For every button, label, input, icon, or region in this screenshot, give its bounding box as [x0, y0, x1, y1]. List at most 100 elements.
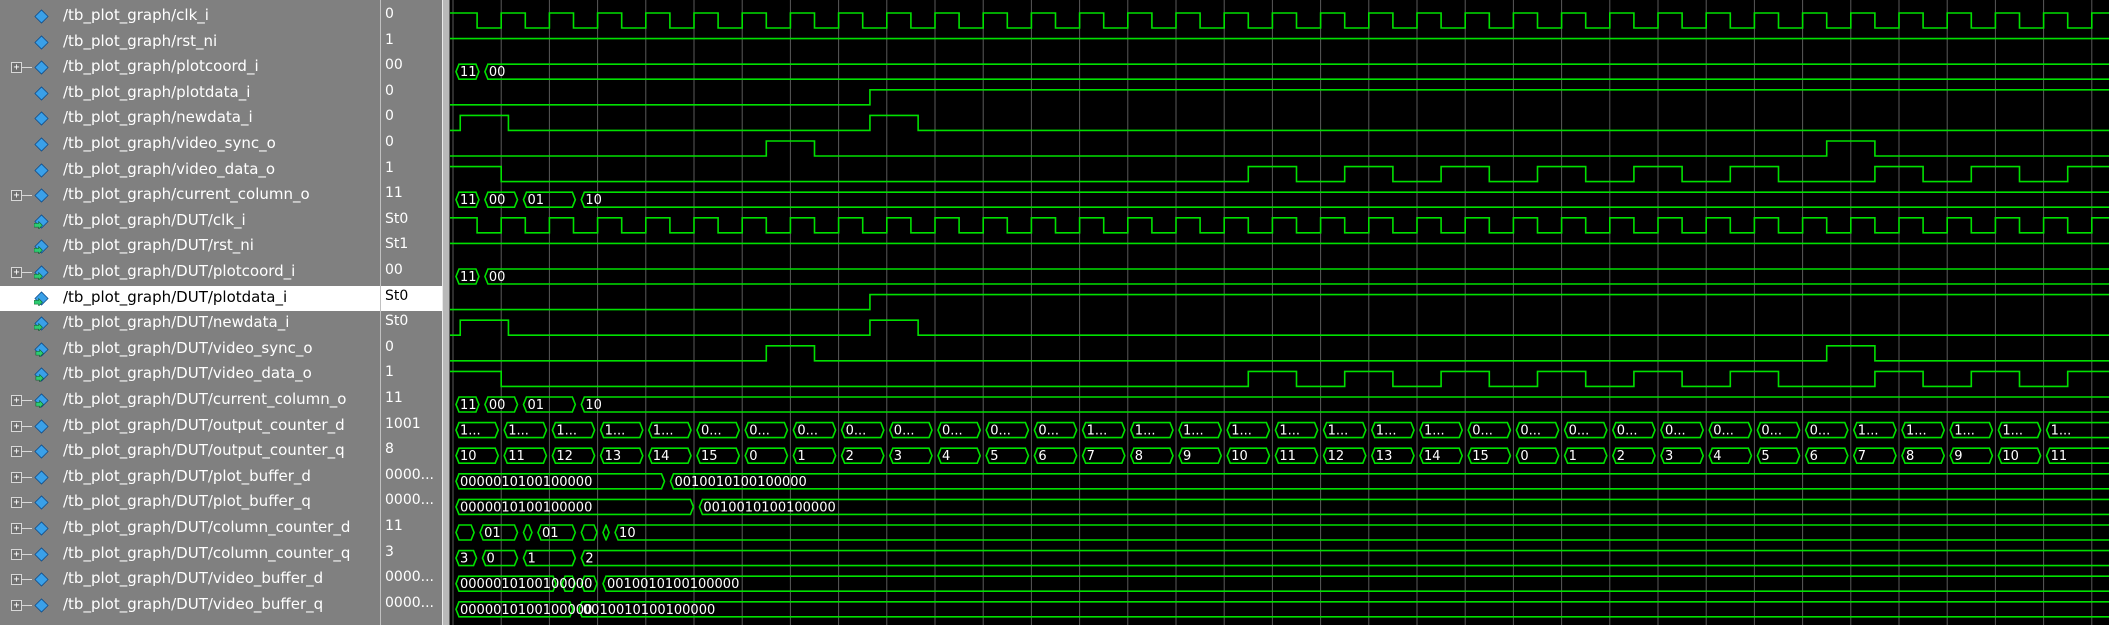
bus-value-label: 4 — [1713, 449, 1721, 464]
value-row[interactable]: St1 — [381, 234, 442, 260]
value-row[interactable]: 0000... — [381, 465, 442, 491]
signal-row[interactable]: /tb_plot_graph/rst_ni — [0, 30, 380, 56]
bus-value-label: 1... — [460, 424, 481, 439]
value-row[interactable]: 0 — [381, 4, 442, 30]
value-row[interactable]: 11 — [381, 388, 442, 414]
signal-row[interactable]: + /tb_plot_graph/DUT/video_buffer_q — [0, 593, 380, 619]
value-row[interactable]: 11 — [381, 183, 442, 209]
bus-value-label: 11 — [508, 449, 525, 464]
value-row[interactable]: 1001 — [381, 414, 442, 440]
expand-icon[interactable]: + — [11, 267, 22, 278]
expand-icon[interactable]: + — [11, 599, 22, 611]
signal-diamond-icon — [34, 9, 49, 24]
bus-value-label: 4 — [942, 449, 950, 464]
signal-row[interactable]: /tb_plot_graph/video_data_o — [0, 158, 380, 184]
value-row[interactable]: 1 — [381, 30, 442, 56]
expand-icon[interactable]: + — [11, 395, 22, 406]
signal-row[interactable]: /tb_plot_graph/newdata_i — [0, 106, 380, 132]
signal-waveform — [450, 319, 2109, 336]
signal-row[interactable]: + /tb_plot_graph/DUT/video_buffer_d — [0, 567, 380, 593]
expand-icon[interactable]: + — [11, 420, 22, 432]
signal-diamond-icon — [34, 188, 49, 203]
signal-name: /tb_plot_graph/DUT/plotdata_i — [63, 287, 288, 306]
value-row[interactable]: 1 — [381, 158, 442, 184]
signal-row[interactable]: /tb_plot_graph/DUT/clk_i — [0, 209, 380, 235]
signal-row[interactable]: + /tb_plot_graph/DUT/plot_buffer_q — [0, 490, 380, 516]
signal-row[interactable]: /tb_plot_graph/clk_i — [0, 4, 380, 30]
signal-row[interactable]: + /tb_plot_graph/DUT/plot_buffer_d — [0, 465, 380, 491]
signal-value: 1 — [385, 364, 394, 381]
signal-row[interactable]: + /tb_plot_graph/plotcoord_i — [0, 55, 380, 81]
value-row[interactable]: 8 — [381, 439, 442, 465]
bus-value-label: 15 — [701, 449, 718, 464]
signal-row[interactable]: /tb_plot_graph/DUT/rst_ni — [0, 234, 380, 260]
signal-value: St1 — [385, 236, 409, 253]
waveform-canvas: 11001100011011110011000110111...1...1...… — [450, 0, 2109, 625]
signal-row[interactable]: /tb_plot_graph/DUT/plotdata_i — [0, 285, 380, 312]
value-row[interactable]: 00 — [381, 55, 442, 81]
output-port-icon — [34, 393, 49, 408]
expand-icon[interactable]: + — [11, 523, 22, 534]
value-row[interactable]: 3 — [381, 542, 442, 568]
value-row[interactable]: 0 — [381, 81, 442, 107]
value-row[interactable]: 0 — [381, 132, 442, 158]
signal-row[interactable]: /tb_plot_graph/plotdata_i — [0, 81, 380, 107]
value-row[interactable]: 11 — [381, 516, 442, 542]
value-row[interactable]: 0 — [381, 106, 442, 132]
pane-splitter[interactable] — [442, 0, 450, 625]
tree-branch-line — [22, 272, 32, 273]
expand-icon[interactable]: + — [11, 471, 22, 483]
expand-icon[interactable]: + — [11, 497, 22, 509]
signal-value-pane[interactable]: 0 1 00 0 0 0 1 11 St0 St1 00 St0 St0 0 1 11 1001 8 0000...… — [381, 0, 442, 625]
signal-row[interactable]: /tb_plot_graph/video_sync_o — [0, 132, 380, 158]
signal-row[interactable]: + /tb_plot_graph/current_column_o — [0, 183, 380, 209]
signal-diamond-icon — [34, 419, 49, 434]
expand-icon[interactable]: + — [11, 574, 22, 586]
value-row[interactable]: 0000... — [381, 567, 442, 593]
bus-value-label: 01 — [484, 526, 501, 541]
bus-value-label: 0... — [701, 424, 722, 439]
signal-row[interactable]: + /tb_plot_graph/DUT/column_counter_q — [0, 542, 380, 568]
bus-value-label: 1... — [653, 424, 674, 439]
value-row[interactable]: St0 — [381, 311, 442, 337]
bus-value-label: 0... — [894, 424, 915, 439]
signal-name-pane[interactable]: /tb_plot_graph/clk_i/tb_plot_graph/rst_n… — [0, 0, 381, 625]
value-row[interactable]: 0000... — [381, 593, 442, 619]
value-row[interactable]: 0000... — [381, 490, 442, 516]
signal-row[interactable]: + /tb_plot_graph/DUT/column_counter_d — [0, 516, 380, 542]
expand-icon[interactable]: + — [11, 548, 22, 560]
signal-diamond-icon — [34, 163, 49, 178]
bus-value-label: 11 — [460, 398, 477, 413]
expand-icon[interactable]: + — [11, 446, 22, 458]
signal-row[interactable]: + /tb_plot_graph/DUT/output_counter_q — [0, 439, 380, 465]
bus-value-label: 0010010100100000 — [674, 475, 806, 490]
expand-icon[interactable]: + — [11, 190, 22, 202]
signal-row[interactable]: /tb_plot_graph/DUT/video_sync_o — [0, 337, 380, 363]
signal-diamond-icon — [34, 521, 49, 536]
signal-row[interactable]: /tb_plot_graph/DUT/video_data_o — [0, 362, 380, 388]
bus-value-label: 11 — [460, 270, 477, 285]
bus-value-label: 8 — [1906, 449, 1914, 464]
signal-value: 3 — [385, 543, 394, 560]
signal-row[interactable]: + /tb_plot_graph/DUT/plotcoord_i — [0, 260, 380, 286]
value-row[interactable]: St0 — [381, 209, 442, 235]
input-port-icon — [34, 214, 49, 229]
waveform-pane[interactable]: 11001100011011110011000110111...1...1...… — [450, 0, 2109, 625]
bus-value-label: 00 — [489, 193, 506, 208]
signal-diamond-icon — [34, 470, 49, 485]
output-port-icon — [34, 367, 49, 383]
signal-row[interactable]: + /tb_plot_graph/DUT/current_column_o — [0, 388, 380, 414]
bus-value-label: 0... — [990, 424, 1011, 439]
signal-row[interactable]: + /tb_plot_graph/DUT/output_counter_d — [0, 414, 380, 440]
value-row[interactable]: St0 — [381, 285, 442, 312]
tree-branch-line — [22, 553, 32, 555]
value-row[interactable]: 1 — [381, 362, 442, 388]
signal-name: /tb_plot_graph/current_column_o — [63, 185, 310, 204]
value-row[interactable]: 0 — [381, 337, 442, 363]
signal-row[interactable]: /tb_plot_graph/DUT/newdata_i — [0, 311, 380, 337]
signal-name: /tb_plot_graph/DUT/video_data_o — [63, 364, 312, 383]
value-row[interactable]: 00 — [381, 260, 442, 286]
input-port-icon — [34, 265, 49, 280]
signal-name: /tb_plot_graph/DUT/rst_ni — [63, 236, 254, 255]
expand-icon[interactable]: + — [11, 62, 22, 74]
